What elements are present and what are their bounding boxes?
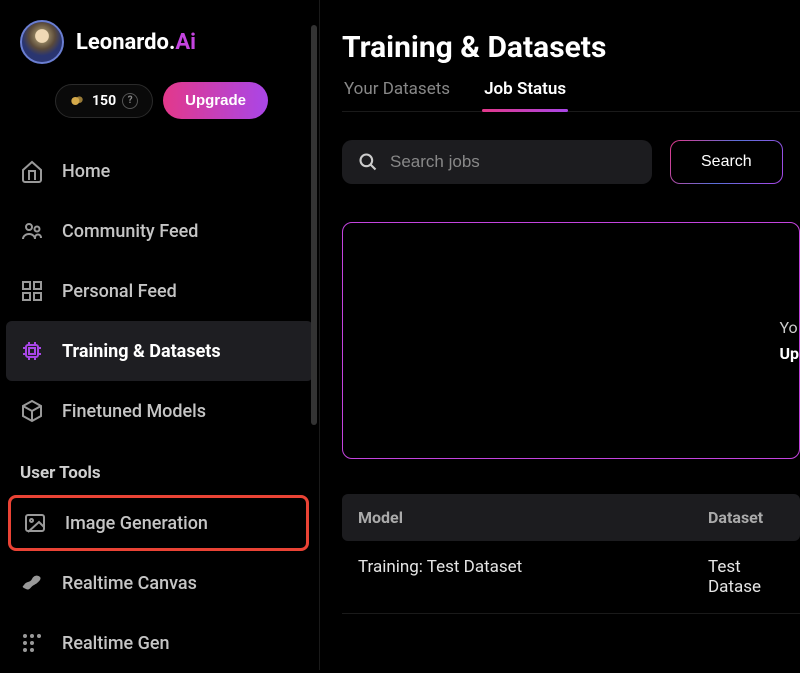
- table-header: Model Dataset: [342, 494, 800, 541]
- sidebar-item-realtime-gen[interactable]: Realtime Gen: [0, 613, 319, 673]
- credits-row: 150 ? Upgrade: [0, 82, 319, 141]
- brush-icon: [20, 571, 44, 595]
- sidebar-item-label: Community Feed: [62, 221, 198, 242]
- search-input[interactable]: [390, 152, 636, 172]
- logo-area: Leonardo.Ai: [0, 20, 319, 82]
- sidebar-item-label: Image Generation: [65, 513, 208, 534]
- cube-icon: [20, 399, 44, 423]
- search-box[interactable]: [342, 140, 652, 184]
- upgrade-button[interactable]: Upgrade: [163, 82, 268, 119]
- sidebar-item-training-datasets[interactable]: Training & Datasets: [6, 321, 313, 381]
- tabs: Your Datasets Job Status: [342, 79, 800, 112]
- home-icon: [20, 159, 44, 183]
- sidebar-item-label: Personal Feed: [62, 281, 177, 302]
- cell-dataset: Test Datase: [708, 557, 784, 597]
- info-line-2: Up: [779, 341, 799, 367]
- sidebar-item-finetuned-models[interactable]: Finetuned Models: [0, 381, 319, 441]
- user-tools-header: User Tools: [0, 441, 319, 493]
- column-model: Model: [358, 508, 708, 527]
- sidebar-item-community-feed[interactable]: Community Feed: [0, 201, 319, 261]
- community-icon: [20, 219, 44, 243]
- coin-icon: [70, 93, 86, 109]
- sidebar-item-image-generation[interactable]: Image Generation: [8, 495, 309, 551]
- column-dataset: Dataset: [708, 508, 784, 527]
- main-content: Training & Datasets Your Datasets Job St…: [320, 0, 800, 670]
- sidebar-item-label: Realtime Gen: [62, 633, 170, 654]
- scrollbar[interactable]: [311, 25, 317, 425]
- avatar[interactable]: [20, 20, 64, 64]
- sidebar-item-label: Realtime Canvas: [62, 573, 197, 594]
- sidebar-item-label: Training & Datasets: [62, 341, 221, 362]
- credits-pill[interactable]: 150 ?: [55, 84, 153, 118]
- sidebar-item-realtime-canvas[interactable]: Realtime Canvas: [0, 553, 319, 613]
- search-row: Search: [342, 140, 800, 184]
- info-panel: Yo Up: [342, 222, 800, 459]
- sidebar-item-label: Finetuned Models: [62, 401, 206, 422]
- brand-name: Leonardo.Ai: [76, 30, 196, 55]
- image-icon: [23, 511, 47, 535]
- search-button[interactable]: Search: [670, 140, 783, 184]
- sidebar-item-label: Home: [62, 161, 110, 182]
- sidebar-item-home[interactable]: Home: [0, 141, 319, 201]
- info-line-1: Yo: [779, 315, 799, 341]
- tab-job-status[interactable]: Job Status: [482, 79, 568, 111]
- sidebar: Leonardo.Ai 150 ? Upgrade Home Community…: [0, 0, 320, 670]
- page-title: Training & Datasets: [342, 30, 800, 65]
- cell-model: Training: Test Dataset: [358, 557, 708, 597]
- credits-amount: 150: [92, 93, 116, 109]
- dots-grid-icon: [20, 631, 44, 655]
- sidebar-item-personal-feed[interactable]: Personal Feed: [0, 261, 319, 321]
- chip-icon: [20, 339, 44, 363]
- help-icon[interactable]: ?: [122, 93, 138, 109]
- grid-icon: [20, 279, 44, 303]
- search-icon: [358, 152, 378, 172]
- tab-your-datasets[interactable]: Your Datasets: [342, 79, 452, 111]
- table-row[interactable]: Training: Test Dataset Test Datase: [342, 541, 800, 614]
